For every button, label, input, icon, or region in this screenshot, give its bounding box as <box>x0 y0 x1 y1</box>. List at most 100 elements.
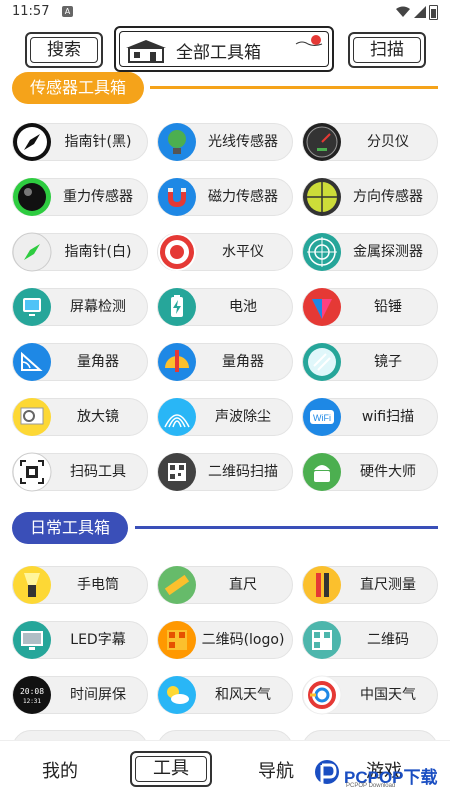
tool-label: 扫码工具 <box>70 464 126 480</box>
tool-label: 手电筒 <box>77 577 119 593</box>
qr-code-icon <box>301 619 343 661</box>
top-bar: 搜索 全部工具箱 扫描 <box>0 24 450 74</box>
tool-label: 量角器 <box>77 354 119 370</box>
sound-wave-icon <box>156 396 198 438</box>
tool-button[interactable]: 量角器 <box>12 343 148 381</box>
tool-label: wifi扫描 <box>361 409 415 425</box>
tool-button[interactable]: 放大镜 <box>12 398 148 436</box>
tool-label: 方向传感器 <box>353 189 423 205</box>
tool-label: 和风天气 <box>215 687 271 703</box>
tool-button[interactable]: 方向传感器 <box>302 178 438 216</box>
tool-label: 时间屏保 <box>70 687 126 703</box>
sun-cloud-icon <box>295 35 323 46</box>
tool-button[interactable]: 水平仪 <box>157 233 293 271</box>
tool-label: 直尺测量 <box>360 577 416 593</box>
tool-button[interactable]: 屏幕检测 <box>12 288 148 326</box>
tool-label: 镜子 <box>374 354 402 370</box>
tool-label: 硬件大师 <box>360 464 416 480</box>
tool-button[interactable]: 镜子 <box>302 343 438 381</box>
tool-button[interactable]: 声波除尘 <box>157 398 293 436</box>
qr-logo-icon <box>156 619 198 661</box>
ruler-icon <box>156 564 198 606</box>
screen-test-icon <box>11 286 53 328</box>
tool-button[interactable]: 光线传感器 <box>157 123 293 161</box>
sensor-section-header: 传感器工具箱 <box>0 72 450 104</box>
protractor-icon <box>11 341 53 383</box>
tool-button[interactable]: 20:08 12:31 时间屏保 <box>12 676 148 714</box>
tool-label: 磁力传感器 <box>208 189 278 205</box>
daily-section-header: 日常工具箱 <box>0 512 450 544</box>
tool-button[interactable]: 量角器 <box>157 343 293 381</box>
tool-label: 直尺 <box>229 577 257 593</box>
tool-button[interactable]: 指南针(白) <box>12 232 148 272</box>
tool-label: 二维码 <box>367 632 409 648</box>
pcpop-logo-icon <box>315 760 339 789</box>
tool-button[interactable]: 电池 <box>157 288 293 326</box>
scan-button[interactable]: 扫描 <box>348 32 426 68</box>
tool-label: 铅锤 <box>374 299 402 315</box>
sensor-section-divider <box>150 86 438 89</box>
tool-label: 二维码扫描 <box>208 464 278 480</box>
magnet-icon <box>156 176 198 218</box>
sensor-section-title: 传感器工具箱 <box>12 72 145 104</box>
tool-button[interactable]: 重力传感器 <box>12 178 148 216</box>
wifi-status-icon <box>396 6 410 17</box>
magnifier-icon <box>11 396 53 438</box>
tool-label: LED字幕 <box>70 632 126 648</box>
tool-button[interactable]: WiFi wifi扫描 <box>302 398 438 436</box>
tool-label: 指南针(黑) <box>64 134 132 150</box>
battery-status-icon <box>429 5 438 20</box>
android-icon <box>301 451 343 493</box>
tool-button[interactable]: 直尺 <box>157 566 293 604</box>
tool-label: 水平仪 <box>222 244 264 260</box>
tool-button[interactable]: 中国天气 <box>302 675 438 715</box>
nav-navigate[interactable]: 导航 <box>258 757 294 783</box>
tool-button[interactable]: 和风天气 <box>157 676 293 714</box>
tool-button[interactable]: 磁力传感器 <box>157 178 293 216</box>
tool-button[interactable]: 二维码扫描 <box>157 453 293 491</box>
nav-tools[interactable]: 工具 <box>130 751 212 787</box>
tool-button[interactable]: 指南针(黑) <box>12 123 148 161</box>
watermark-subtext: PCPOP Download <box>346 783 396 789</box>
svg-text:WiFi: WiFi <box>313 413 331 423</box>
notification-icon: A <box>62 6 73 17</box>
tool-label: 光线传感器 <box>208 134 278 150</box>
tool-button[interactable]: LED字幕 <box>12 621 148 659</box>
clock-screen-icon: 20:08 12:31 <box>11 674 53 716</box>
tool-label: 二维码(logo) <box>201 632 285 648</box>
level-target-icon <box>156 231 198 273</box>
daily-section-divider <box>135 526 438 529</box>
tool-label: 量角器 <box>222 354 264 370</box>
direction-sensor-icon <box>301 176 343 218</box>
wifi-icon: WiFi <box>301 396 343 438</box>
mirror-icon <box>301 341 343 383</box>
house-icon <box>126 40 166 63</box>
nav-mine[interactable]: 我的 <box>42 757 78 783</box>
tool-label: 分贝仪 <box>367 134 409 150</box>
gravity-sensor-icon <box>11 176 53 218</box>
decibel-meter-icon <box>301 121 343 163</box>
tool-button[interactable]: 二维码 <box>302 621 438 659</box>
tool-label: 金属探测器 <box>353 244 423 260</box>
svg-text:20:08: 20:08 <box>20 687 44 696</box>
status-time: 11:57 <box>12 4 50 19</box>
svg-text:12:31: 12:31 <box>23 698 41 705</box>
tool-button[interactable]: 分贝仪 <box>302 123 438 161</box>
tool-button[interactable]: 直尺测量 <box>302 566 438 604</box>
compass-black-icon <box>11 121 53 163</box>
tool-button[interactable]: 硬件大师 <box>302 453 438 491</box>
tool-label: 电池 <box>229 299 257 315</box>
tool-button[interactable]: 二维码(logo) <box>157 621 293 659</box>
scan-button-label: 扫描 <box>370 40 404 60</box>
plumb-bob-icon <box>301 286 343 328</box>
tool-label: 重力传感器 <box>63 189 133 205</box>
watermark: PCPOP下载 PCPOP Download <box>310 755 450 795</box>
tool-button[interactable]: 扫码工具 <box>12 452 148 492</box>
title-banner: 全部工具箱 <box>114 26 334 72</box>
tool-button[interactable]: 铅锤 <box>302 288 438 326</box>
search-button[interactable]: 搜索 <box>25 32 103 68</box>
tool-button[interactable]: 手电筒 <box>12 566 148 604</box>
tool-button[interactable]: 金属探测器 <box>302 233 438 271</box>
tool-label: 指南针(白) <box>64 244 132 260</box>
page-title: 全部工具箱 <box>176 43 261 63</box>
